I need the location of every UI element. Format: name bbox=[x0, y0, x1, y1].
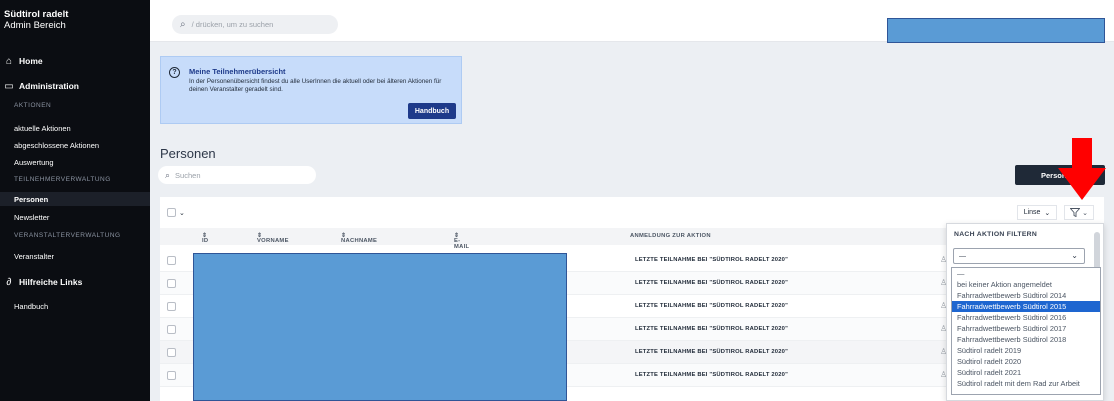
registration-cell: LETZTE TEILNAHME BEI "SÜDTIROL RADELT 20… bbox=[635, 257, 789, 263]
chevron-down-icon: ⌄ bbox=[1082, 209, 1088, 217]
nav-administration-label: Administration bbox=[19, 81, 79, 91]
info-description: In der Personenübersicht findest du alle… bbox=[189, 78, 442, 93]
global-search-input[interactable]: ⌕ / drücken, um zu suchen bbox=[172, 15, 338, 34]
clipboard-icon: ▭ bbox=[4, 80, 14, 92]
link-icon: ∂ bbox=[6, 276, 12, 288]
page-title: Personen bbox=[160, 146, 216, 161]
sidebar-item-auswertung[interactable]: Auswertung bbox=[14, 158, 54, 167]
registration-cell: LETZTE TEILNAHME BEI "SÜDTIROL RADELT 20… bbox=[635, 349, 789, 355]
redacted-area bbox=[193, 253, 567, 401]
row-checkbox[interactable] bbox=[167, 371, 176, 380]
chevron-down-icon: ⌄ bbox=[1044, 209, 1051, 217]
column-id-label: ID bbox=[202, 238, 209, 244]
person-search-input[interactable]: ⌕ Suchen bbox=[158, 166, 316, 184]
filter-option[interactable]: Südtirol radelt 2019 bbox=[952, 345, 1100, 356]
chevron-down-icon[interactable]: ⌄ bbox=[179, 209, 185, 217]
brand-subtitle: Admin Bereich bbox=[4, 20, 66, 31]
row-checkbox[interactable] bbox=[167, 256, 176, 265]
filter-button[interactable]: ⌄ bbox=[1064, 205, 1094, 220]
handbuch-button[interactable]: Handbuch bbox=[408, 103, 456, 119]
sidebar-item-newsletter[interactable]: Newsletter bbox=[14, 213, 49, 222]
info-box: ? Meine Teilnehmerübersicht In der Perso… bbox=[160, 56, 462, 124]
nav-hilfreiche-links[interactable]: ∂ Hilfreiche Links bbox=[4, 276, 83, 288]
section-aktionen: AKTIONEN bbox=[14, 102, 52, 109]
row-checkbox[interactable] bbox=[167, 348, 176, 357]
action-filter-value: — bbox=[959, 252, 966, 260]
sidebar-item-handbuch[interactable]: Handbuch bbox=[14, 302, 48, 311]
red-arrow-annotation bbox=[1058, 138, 1106, 200]
column-email[interactable]: E-MAIL ⇕ bbox=[454, 233, 469, 250]
sidebar-item-aktuelle-aktionen[interactable]: aktuelle Aktionen bbox=[14, 124, 71, 133]
row-checkbox[interactable] bbox=[167, 279, 176, 288]
filter-option[interactable]: Fahrradwettbewerb Südtirol 2017 bbox=[952, 323, 1100, 334]
column-vorname-label: VORNAME bbox=[257, 238, 289, 244]
column-vorname[interactable]: VORNAME ⇕ bbox=[257, 233, 288, 244]
filter-option[interactable]: Fahrradwettbewerb Südtirol 2016 bbox=[952, 312, 1100, 323]
lens-label: Linse bbox=[1023, 209, 1041, 216]
search-icon: ⌕ bbox=[180, 19, 186, 30]
sidebar-item-abgeschlossene-aktionen[interactable]: abgeschlossene Aktionen bbox=[14, 141, 99, 150]
search-icon: ⌕ bbox=[165, 169, 171, 180]
filter-option[interactable]: Fahrradwettbewerb Südtirol 2014 bbox=[952, 290, 1100, 301]
redacted-area bbox=[887, 18, 1105, 43]
registration-cell: LETZTE TEILNAHME BEI "SÜDTIROL RADELT 20… bbox=[635, 280, 789, 286]
registration-cell: LETZTE TEILNAHME BEI "SÜDTIROL RADELT 20… bbox=[635, 303, 789, 309]
global-search-placeholder: / drücken, um zu suchen bbox=[191, 20, 274, 29]
brand-title: Südtirol radelt bbox=[4, 9, 69, 20]
filter-option[interactable]: Südtirol radelt 2020 bbox=[952, 356, 1100, 367]
filter-heading: NACH AKTION FILTERN bbox=[954, 231, 1038, 238]
topbar: ⌕ / drücken, um zu suchen bbox=[150, 0, 1114, 43]
select-all[interactable]: ⌄ bbox=[167, 208, 185, 217]
sidebar: Südtirol radelt Admin Bereich ⌂ Home ▭ A… bbox=[0, 0, 150, 401]
person-search-placeholder: Suchen bbox=[175, 170, 201, 180]
section-veranstalterverwaltung: VERANSTALTERVERWALTUNG bbox=[14, 232, 121, 239]
filter-option-selected[interactable]: Fahrradwettbewerb Südtirol 2015 bbox=[952, 301, 1100, 312]
brand[interactable]: Südtirol radelt Admin Bereich bbox=[0, 0, 150, 31]
chevron-down-icon: ⌄ bbox=[1071, 251, 1078, 260]
home-icon: ⌂ bbox=[5, 55, 13, 67]
nav-home-label: Home bbox=[19, 56, 43, 66]
column-anmeldung: ANMELDUNG ZUR AKTION bbox=[630, 233, 711, 239]
registration-cell: LETZTE TEILNAHME BEI "SÜDTIROL RADELT 20… bbox=[635, 326, 789, 332]
help-icon: ? bbox=[169, 67, 180, 78]
row-checkbox[interactable] bbox=[167, 302, 176, 311]
nav-home[interactable]: ⌂ Home bbox=[4, 55, 43, 67]
info-title: Meine Teilnehmerübersicht bbox=[189, 67, 286, 76]
column-nachname-label: NACHNAME bbox=[341, 238, 378, 244]
column-nachname[interactable]: NACHNAME ⇕ bbox=[341, 233, 377, 244]
registration-cell: LETZTE TEILNAHME BEI "SÜDTIROL RADELT 20… bbox=[635, 372, 789, 378]
action-filter-options: — bei keiner Aktion angemeldet Fahrradwe… bbox=[951, 267, 1101, 395]
nav-hilfreiche-links-label: Hilfreiche Links bbox=[19, 277, 83, 287]
select-all-checkbox[interactable] bbox=[167, 208, 176, 217]
filter-option[interactable]: Südtirol radelt mit dem Rad zur Arbeit bbox=[952, 378, 1100, 389]
row-checkbox[interactable] bbox=[167, 325, 176, 334]
sidebar-item-veranstalter[interactable]: Veranstalter bbox=[14, 252, 54, 261]
section-teilnehmerverwaltung: TEILNEHMERVERWALTUNG bbox=[14, 176, 111, 183]
action-filter-select[interactable]: — ⌄ bbox=[953, 248, 1085, 264]
lens-dropdown[interactable]: Linse ⌄ bbox=[1017, 205, 1057, 220]
filter-option[interactable]: — bbox=[952, 268, 1100, 279]
sidebar-item-personen[interactable]: Personen bbox=[14, 195, 48, 204]
filter-option[interactable]: bei keiner Aktion angemeldet bbox=[952, 279, 1100, 290]
nav-administration[interactable]: ▭ Administration bbox=[4, 80, 79, 92]
column-id[interactable]: ID ⇕ bbox=[202, 233, 208, 244]
filter-option[interactable]: Südtirol radelt 2021 bbox=[952, 367, 1100, 378]
filter-option[interactable]: Fahrradwettbewerb Südtirol 2018 bbox=[952, 334, 1100, 345]
filter-icon bbox=[1070, 208, 1081, 217]
